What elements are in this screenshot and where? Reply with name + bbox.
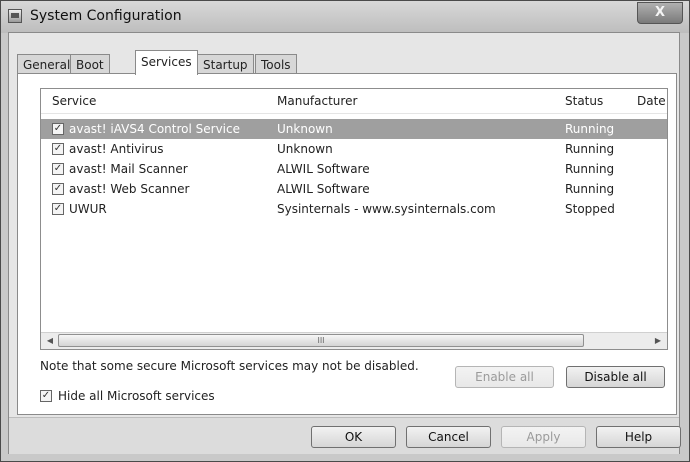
services-list[interactable]: Service Manufacturer Status Date ✓ avast…	[40, 88, 668, 350]
service-name: avast! Mail Scanner	[69, 162, 188, 176]
secure-services-note: Note that some secure Microsoft services…	[40, 359, 419, 373]
tab-services[interactable]: Services	[135, 50, 198, 75]
tab-general[interactable]: General	[17, 54, 77, 74]
service-status: Running	[565, 162, 615, 176]
scroll-thumb[interactable]: III	[58, 334, 584, 347]
msconfig-icon	[8, 9, 22, 23]
window-title: System Configuration	[30, 8, 182, 24]
table-row[interactable]: ✓ avast! iAVS4 Control Service Unknown R…	[41, 119, 667, 139]
service-manufacturer: Unknown	[277, 142, 333, 156]
service-status: Running	[565, 182, 615, 196]
service-status: Stopped	[565, 202, 615, 216]
service-name: avast! Antivirus	[69, 142, 164, 156]
apply-button[interactable]: Apply	[501, 426, 586, 448]
table-row[interactable]: ✓ avast! Antivirus Unknown Running	[41, 139, 667, 159]
tab-tools[interactable]: Tools	[255, 54, 297, 74]
service-manufacturer: Sysinternals - www.sysinternals.com	[277, 202, 496, 216]
hide-microsoft-label[interactable]: Hide all Microsoft services	[58, 389, 215, 403]
horizontal-scrollbar[interactable]: ◀ III ▶	[41, 332, 667, 349]
list-header: Service Manufacturer Status Date	[41, 89, 667, 114]
table-row[interactable]: ✓ avast! Mail Scanner ALWIL Software Run…	[41, 159, 667, 179]
tab-boot[interactable]: Boot	[70, 54, 110, 74]
service-status: Running	[565, 142, 615, 156]
scroll-left-icon[interactable]: ◀	[42, 335, 58, 347]
ok-button[interactable]: OK	[311, 426, 396, 448]
service-checkbox[interactable]: ✓	[52, 123, 64, 135]
enable-all-button[interactable]: Enable all	[455, 366, 554, 388]
column-header-service[interactable]: Service	[52, 94, 96, 108]
column-header-manufacturer[interactable]: Manufacturer	[277, 94, 357, 108]
table-row[interactable]: ✓ avast! Web Scanner ALWIL Software Runn…	[41, 179, 667, 199]
scroll-right-icon[interactable]: ▶	[650, 335, 666, 347]
column-header-date[interactable]: Date	[637, 94, 666, 108]
service-checkbox[interactable]: ✓	[52, 163, 64, 175]
service-checkbox[interactable]: ✓	[52, 183, 64, 195]
column-header-status[interactable]: Status	[565, 94, 603, 108]
table-row[interactable]: ✓ UWUR Sysinternals - www.sysinternals.c…	[41, 199, 667, 219]
close-button[interactable]: X	[637, 2, 683, 24]
hide-microsoft-checkbox[interactable]: ✓	[40, 390, 52, 402]
service-name: avast! Web Scanner	[69, 182, 190, 196]
service-name: avast! iAVS4 Control Service	[69, 122, 240, 136]
service-manufacturer: Unknown	[277, 122, 333, 136]
service-name: UWUR	[69, 202, 107, 216]
tab-startup[interactable]: Startup	[197, 54, 254, 74]
help-button[interactable]: Help	[596, 426, 681, 448]
service-manufacturer: ALWIL Software	[277, 182, 370, 196]
service-manufacturer: ALWIL Software	[277, 162, 370, 176]
title-bar[interactable]: System Configuration X	[1, 1, 689, 33]
service-checkbox[interactable]: ✓	[52, 143, 64, 155]
disable-all-button[interactable]: Disable all	[566, 366, 665, 388]
cancel-button[interactable]: Cancel	[406, 426, 491, 448]
service-checkbox[interactable]: ✓	[52, 203, 64, 215]
service-status: Running	[565, 122, 615, 136]
